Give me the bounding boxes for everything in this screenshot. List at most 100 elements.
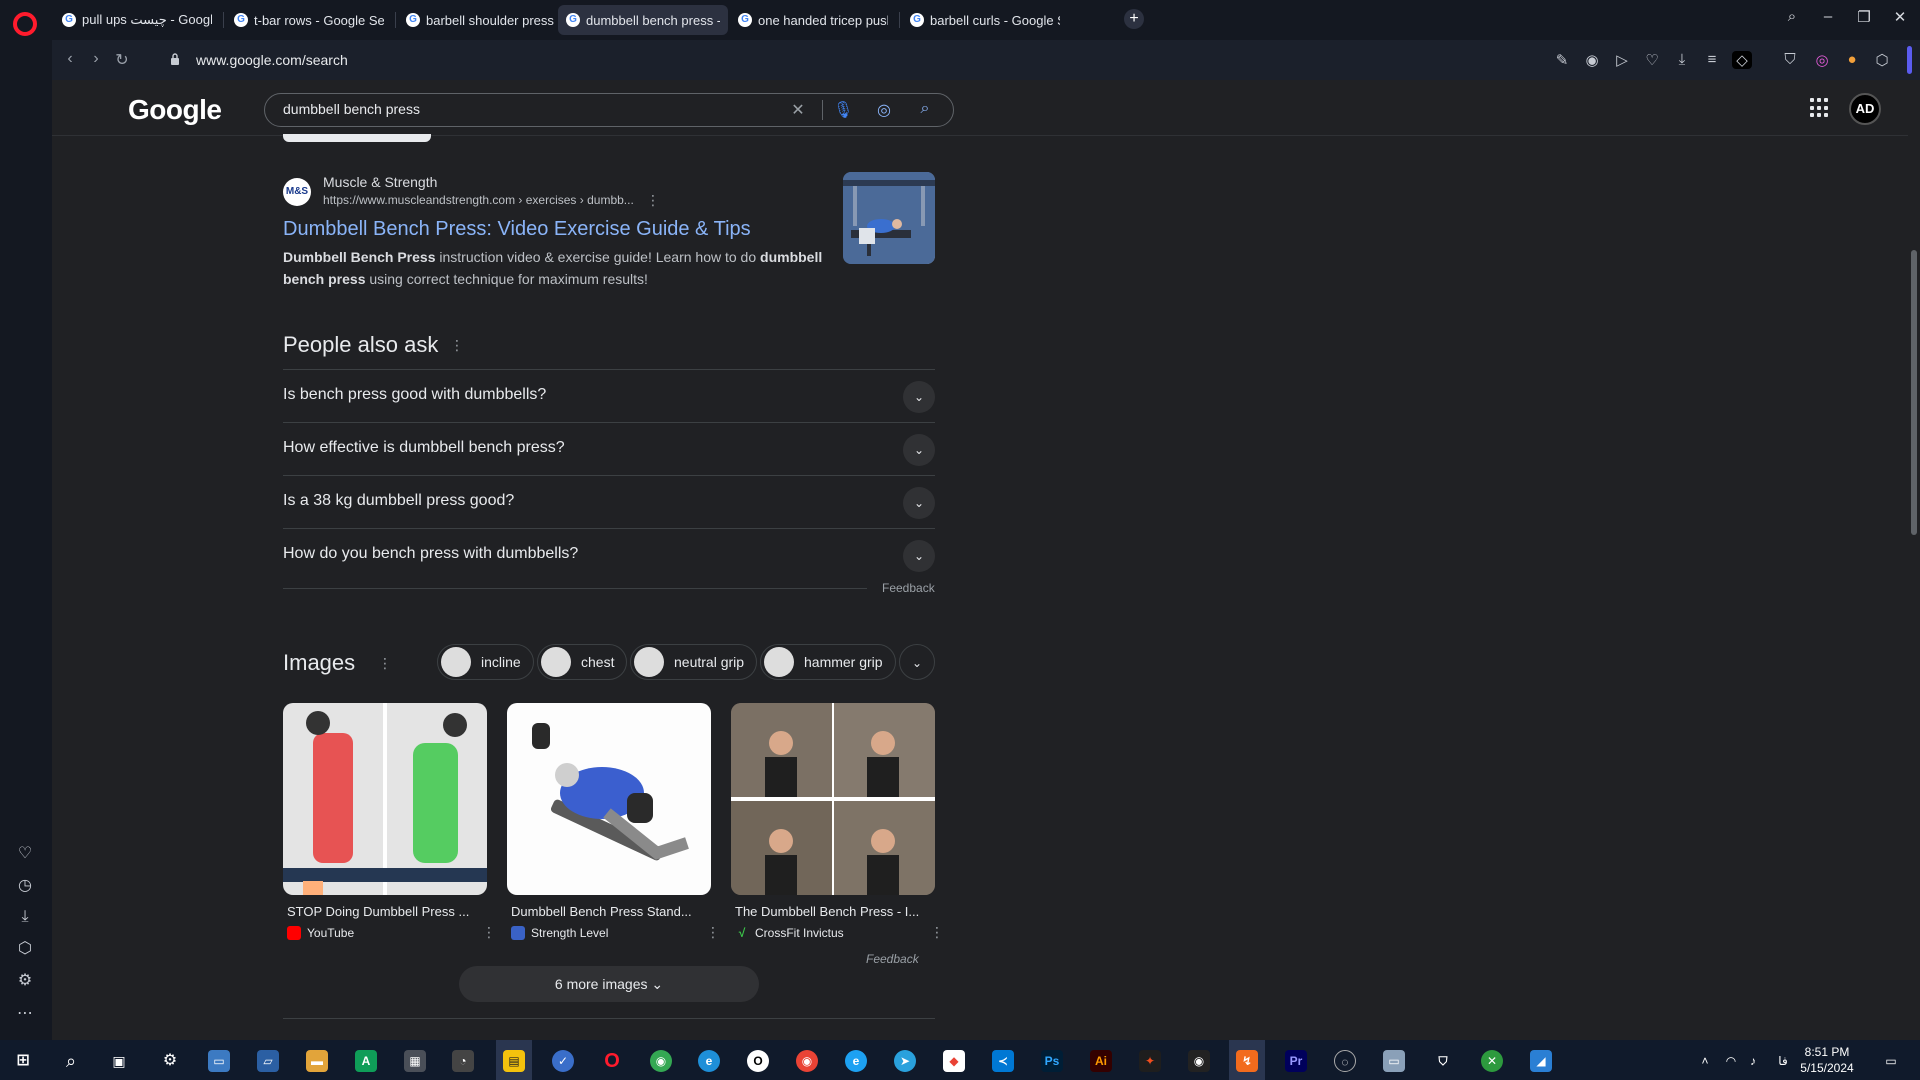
image-menu-icon[interactable]: ⋮ xyxy=(706,924,720,941)
tab-3-active[interactable]: Gdumbbell bench press - G xyxy=(558,5,728,35)
result-title-link[interactable]: Dumbbell Bench Press: Video Exercise Gui… xyxy=(283,218,751,241)
windows-start-icon[interactable]: ⊞ xyxy=(12,1050,34,1072)
forward-icon[interactable]: › xyxy=(86,50,106,68)
illustrator-icon[interactable]: Ai xyxy=(1090,1050,1112,1072)
account-avatar[interactable]: AD xyxy=(1849,93,1881,125)
reload-icon[interactable]: ↻ xyxy=(112,50,132,70)
image-card-1[interactable] xyxy=(507,703,711,895)
search-icon[interactable]: ⌕ xyxy=(915,100,935,118)
security-icon[interactable]: ⛉ xyxy=(1432,1050,1454,1072)
paa-question-1[interactable]: How effective is dumbbell bench press? ⌄ xyxy=(283,422,935,475)
settings-icon[interactable]: ⚙ xyxy=(14,970,36,992)
url-field[interactable]: www.google.com/search xyxy=(196,52,348,68)
image-title-1[interactable]: Dumbbell Bench Press Stand... xyxy=(511,904,692,919)
download-icon[interactable]: ⤓ xyxy=(1672,51,1692,68)
chip-hammer-grip[interactable]: hammer grip xyxy=(760,644,896,680)
taskbar-app-icon[interactable]: ▭ xyxy=(1383,1050,1405,1072)
history-icon[interactable]: ◷ xyxy=(14,875,36,897)
chip-incline[interactable]: incline xyxy=(437,644,534,680)
image-menu-icon[interactable]: ⋮ xyxy=(930,924,944,941)
search-input[interactable]: dumbbell bench press xyxy=(283,101,420,117)
tab-1[interactable]: Gt-bar rows - Google Searc xyxy=(226,5,392,35)
new-tab-button[interactable]: + xyxy=(1124,9,1144,29)
chevron-down-icon[interactable]: ⌄ xyxy=(903,487,935,519)
tab-2[interactable]: Gbarbell shoulder press - G xyxy=(398,5,564,35)
google-logo[interactable]: Google xyxy=(128,94,222,126)
tab-0[interactable]: Gpull ups چیست - Google S xyxy=(54,5,220,35)
minimize-icon[interactable]: – xyxy=(1816,8,1840,25)
image-card-0[interactable] xyxy=(283,703,487,895)
image-title-0[interactable]: STOP Doing Dumbbell Press ... xyxy=(287,904,469,919)
images-menu-icon[interactable]: ⋮ xyxy=(378,655,392,672)
heart-bookmark-icon[interactable]: ♡ xyxy=(1642,51,1662,69)
paa-question-3[interactable]: How do you bench press with dumbbells? ⌄ xyxy=(283,528,935,581)
edge-icon[interactable]: e xyxy=(698,1050,720,1072)
telegram-icon[interactable]: ➤ xyxy=(894,1050,916,1072)
heart-icon[interactable]: ♡ xyxy=(14,843,36,865)
opera-logo-icon[interactable] xyxy=(13,12,37,36)
result-url[interactable]: https://www.muscleandstrength.com › exer… xyxy=(323,193,634,207)
more-icon[interactable]: ⋯ xyxy=(14,1003,36,1025)
wifi-icon[interactable]: ◠ xyxy=(1720,1050,1742,1072)
taskbar-app-icon[interactable]: ▭ xyxy=(208,1050,230,1072)
paa-feedback-link[interactable]: Feedback xyxy=(882,581,935,595)
scrollbar-thumb[interactable] xyxy=(1911,250,1917,535)
lens-search-icon[interactable]: ◎ xyxy=(874,100,894,120)
extension-ring-icon[interactable]: ◎ xyxy=(1812,51,1832,69)
chrome-icon[interactable]: ◉ xyxy=(650,1050,672,1072)
image-source-0[interactable]: YouTube xyxy=(287,926,354,940)
more-images-button[interactable]: 6 more images ⌄ xyxy=(459,966,759,1002)
camera-icon[interactable]: ◉ xyxy=(1582,51,1602,69)
taskbar-app-icon[interactable]: ▱ xyxy=(257,1050,279,1072)
taskbar-app-icon[interactable]: A xyxy=(355,1050,377,1072)
paa-question-0[interactable]: Is bench press good with dumbbells? ⌄ xyxy=(283,369,935,422)
taskbar-app-icon[interactable]: ◆ xyxy=(943,1050,965,1072)
image-card-2[interactable] xyxy=(731,703,935,895)
result-thumbnail[interactable] xyxy=(843,172,935,264)
taskbar-app-icon[interactable]: ▤ xyxy=(503,1050,525,1072)
image-source-2[interactable]: √ CrossFit Invictus xyxy=(735,926,844,940)
close-window-icon[interactable]: ✕ xyxy=(1888,8,1912,26)
edge-alt-icon[interactable]: e xyxy=(845,1050,867,1072)
premiere-icon[interactable]: Pr xyxy=(1285,1050,1307,1072)
taskbar-app-icon[interactable]: ◔ xyxy=(452,1050,474,1072)
tab-4[interactable]: Gone handed tricep pushdo xyxy=(730,5,896,35)
extension-ad-icon[interactable]: ◇ xyxy=(1732,51,1752,69)
paa-question-2[interactable]: Is a 38 kg dumbbell press good? ⌄ xyxy=(283,475,935,528)
taskbar-search-icon[interactable]: ⌕ xyxy=(60,1050,82,1072)
extensions-cube-icon[interactable]: ⬡ xyxy=(1872,51,1892,69)
figma-icon[interactable]: ✦ xyxy=(1139,1050,1161,1072)
photoshop-icon[interactable]: Ps xyxy=(1041,1050,1063,1072)
chrome-alt-icon[interactable]: ◉ xyxy=(796,1050,818,1072)
play-icon[interactable]: ▷ xyxy=(1612,51,1632,69)
download-icon[interactable]: ⤓ xyxy=(14,906,36,928)
taskbar-app-icon[interactable]: ✓ xyxy=(552,1050,574,1072)
chevron-down-icon[interactable]: ⌄ xyxy=(903,381,935,413)
search-tabs-icon[interactable]: ⌕ xyxy=(1780,8,1804,25)
images-feedback-link[interactable]: Feedback xyxy=(866,952,919,966)
clear-search-icon[interactable]: ✕ xyxy=(788,100,808,120)
more-chips-chevron-icon[interactable]: ⌄ xyxy=(899,644,935,680)
taskbar-app-icon[interactable]: ◢ xyxy=(1530,1050,1552,1072)
taskbar-app-icon[interactable]: ◉ xyxy=(1188,1050,1210,1072)
xbox-icon[interactable]: ✕ xyxy=(1481,1050,1503,1072)
settings-app-icon[interactable]: ⚙ xyxy=(159,1050,181,1072)
notification-icon[interactable]: ▭ xyxy=(1880,1050,1902,1072)
opera-gx-icon[interactable]: O xyxy=(747,1050,769,1072)
google-apps-icon[interactable] xyxy=(1810,98,1830,118)
image-menu-icon[interactable]: ⋮ xyxy=(482,924,496,941)
chevron-down-icon[interactable]: ⌄ xyxy=(903,540,935,572)
result-site-name[interactable]: Muscle & Strength xyxy=(323,174,437,190)
shield-icon[interactable]: ⛉ xyxy=(1780,51,1800,68)
edit-icon[interactable]: ✎ xyxy=(1552,51,1572,69)
task-view-icon[interactable]: ▣ xyxy=(108,1050,130,1072)
paa-menu-icon[interactable]: ⋮ xyxy=(450,337,464,354)
chevron-down-icon[interactable]: ⌄ xyxy=(903,434,935,466)
image-source-1[interactable]: Strength Level xyxy=(511,926,608,940)
tray-chevron-icon[interactable]: ˄ xyxy=(1694,1050,1716,1072)
file-explorer-icon[interactable]: ▬ xyxy=(306,1050,328,1072)
result-menu-icon[interactable]: ⋮ xyxy=(646,192,660,209)
restore-icon[interactable]: ❐ xyxy=(1852,8,1876,26)
voice-search-icon[interactable]: 🎙︎ xyxy=(833,100,853,120)
chip-neutral-grip[interactable]: neutral grip xyxy=(630,644,758,680)
